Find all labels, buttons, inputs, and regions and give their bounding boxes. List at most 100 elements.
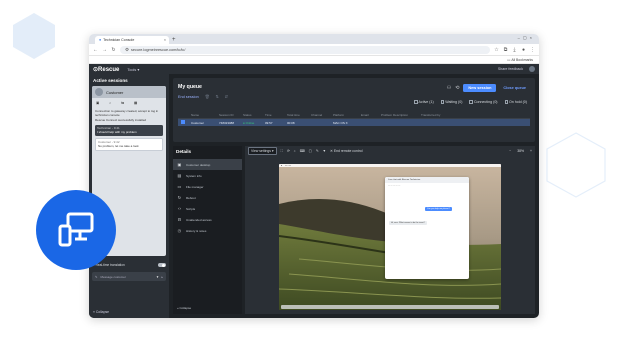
chat-icon[interactable]: ▣ [96, 101, 99, 105]
grid-icon[interactable]: ▦ [134, 101, 137, 105]
details-item-reboot[interactable]: ↻ Reboot [173, 192, 242, 203]
attachment-icon[interactable]: ⌕ [109, 101, 111, 105]
cell-platform: MAC OS X [333, 120, 348, 125]
zoom-out-icon[interactable]: − [509, 149, 511, 153]
transfer-icon[interactable]: ⇅ [216, 94, 219, 99]
details-item-label: Scripts [186, 206, 196, 211]
message-input[interactable]: ✎ Message customer T ▸ [92, 272, 166, 281]
details-item-label: Reboot [186, 195, 196, 200]
delete-icon[interactable]: 🗑 [205, 94, 210, 99]
browser-window: ● Technician Console × + –▢× ← → ↻ ⚙ sec… [89, 34, 539, 318]
column-header[interactable]: Email [361, 113, 381, 117]
browser-menu-icon[interactable]: ⋮ [530, 47, 535, 53]
close-queue-button[interactable]: Close queue [500, 84, 529, 92]
download-icon[interactable]: ⤓ [512, 47, 517, 53]
row-checkbox[interactable] [181, 120, 191, 124]
details-panel: Details ▣ Customer desktop ▤ System info ▭… [173, 146, 242, 314]
browser-tab-strip: ● Technician Console × + –▢× [89, 34, 539, 44]
column-header[interactable]: Platform [333, 113, 361, 117]
user-avatar[interactable] [529, 66, 535, 72]
zoom-in-icon[interactable]: + [530, 149, 532, 153]
details-item-file-manager[interactable]: ▭ File manager [173, 181, 242, 192]
browser-tab[interactable]: ● Technician Console × [95, 36, 169, 44]
translate-text-icon[interactable]: T [157, 275, 159, 279]
customer-name: Customer [106, 89, 124, 95]
address-bar[interactable]: ⚙ secure.logmeinrescue.com/tc/tc/ [120, 45, 490, 54]
filter-label: Waiting (0) [445, 100, 463, 105]
queue-actions: ⚇ ⟲ New session Close queue [447, 84, 529, 92]
window-controls[interactable]: –▢× [518, 35, 535, 40]
table-row[interactable]: Customer 748323088 ● Online 09:57 00:08 … [178, 119, 530, 126]
column-header[interactable]: Name [191, 113, 219, 117]
remote-chat-window[interactable]: Live chat with Rescue Technician — — — —… [385, 177, 469, 279]
pencil-icon: ✎ [95, 274, 98, 279]
column-header[interactable]: Problem Description [381, 113, 421, 117]
column-header[interactable]: Time [265, 113, 287, 117]
cell-time: 09:57 [265, 120, 273, 125]
extensions-icon[interactable]: ⧉ [503, 47, 508, 53]
filter-connecting[interactable]: Connecting (0) [469, 100, 498, 104]
bubble-meta: Technician - 9:41 [97, 126, 120, 131]
filter-on-hold[interactable]: On hold (0) [504, 100, 527, 104]
profile-icon[interactable]: ● [521, 47, 526, 53]
translation-switch[interactable] [158, 263, 166, 267]
column-header[interactable]: Session ID [219, 113, 243, 117]
filter-icon[interactable]: ▼ [323, 149, 326, 153]
forward-icon[interactable]: → [102, 47, 107, 53]
tools-menu[interactable]: Tools ▾ [127, 67, 139, 72]
remote-support-badge [36, 190, 116, 270]
column-header[interactable]: Status [243, 113, 265, 117]
filter-active[interactable]: Active (1) [414, 100, 434, 104]
reload-icon[interactable]: ↻ [111, 47, 116, 53]
collapse-icon: « [93, 310, 95, 314]
details-item-customer-desktop[interactable]: ▣ Customer desktop [173, 159, 242, 170]
filter-waiting[interactable]: Waiting (0) [440, 100, 463, 105]
collapse-left-button[interactable]: « Collapse [93, 310, 109, 314]
all-bookmarks-link[interactable]: All Bookmarks [511, 58, 533, 62]
session-toolbar: ▣ ⌕ ⇆ ▦ [92, 98, 166, 108]
details-item-label: System info [186, 173, 202, 178]
remote-desktop-screen[interactable]: ● ▪ ▪ ▪ ▪ ▪ Live chat with Rescue Techni… [279, 164, 501, 310]
site-info-icon[interactable]: ⚙ [125, 47, 129, 53]
session-header[interactable]: Customer [92, 86, 166, 98]
end-session-button[interactable]: End session [178, 95, 199, 99]
rescue-logo: ⊙Rescue [93, 66, 120, 73]
details-item-history[interactable]: ◷ History & notes [173, 225, 242, 236]
link-icon[interactable]: ⇆ [121, 101, 124, 105]
checkbox [181, 120, 185, 124]
fullscreen-icon[interactable]: ⛶ [281, 149, 283, 153]
person-icon[interactable]: ⚇ [447, 85, 451, 91]
remote-window-title: Live chat with Rescue Technician [385, 177, 469, 183]
menu-item: ▪ ▪ ▪ ▪ ▪ [285, 164, 291, 167]
back-icon[interactable]: ← [93, 47, 98, 53]
send-icon[interactable]: ▸ [161, 275, 163, 279]
checkbox [504, 100, 509, 104]
collapse-label: Collapse [179, 306, 192, 310]
column-header[interactable]: Transferred by [421, 113, 451, 117]
remote-dock[interactable] [281, 305, 499, 309]
details-item-system-info[interactable]: ▤ System info [173, 170, 242, 181]
app-header: ⊙Rescue Tools ▾ Share feedback [89, 64, 539, 74]
keyboard-icon[interactable]: ⌨ [300, 149, 305, 153]
end-remote-control-button[interactable]: ✕ End remote control [330, 149, 362, 153]
new-tab-icon[interactable]: + [172, 36, 176, 44]
tab-close-icon[interactable]: × [164, 38, 166, 42]
swap-icon[interactable]: ⟲ [455, 85, 459, 91]
column-header[interactable]: Channel [311, 113, 333, 117]
details-item-scripts[interactable]: ‹› Scripts [173, 203, 242, 214]
zoom-icon[interactable]: ⌕ [294, 149, 296, 153]
refresh-icon[interactable]: ⟳ [287, 149, 290, 153]
tab-title: Technician Console [103, 38, 135, 42]
new-session-button[interactable]: New session [463, 84, 497, 92]
share-feedback-link[interactable]: Share feedback [498, 67, 523, 71]
details-item-unattended-access[interactable]: ⊟ Unattended access [173, 214, 242, 225]
view-settings-dropdown[interactable]: View settings ▾ [248, 147, 277, 155]
column-header[interactable]: Total time [287, 113, 311, 117]
hold-icon[interactable]: ⇵ [225, 94, 228, 99]
clipboard-icon[interactable]: ▢ [309, 149, 312, 153]
marketing-canvas: ● Technician Console × + –▢× ← → ↻ ⚙ sec… [0, 0, 626, 352]
zoom-level: 38% [517, 149, 525, 153]
bookmark-star-icon[interactable]: ☆ [494, 47, 499, 53]
pen-icon[interactable]: ✎ [316, 149, 319, 153]
collapse-details-button[interactable]: « Collapse [177, 306, 191, 310]
